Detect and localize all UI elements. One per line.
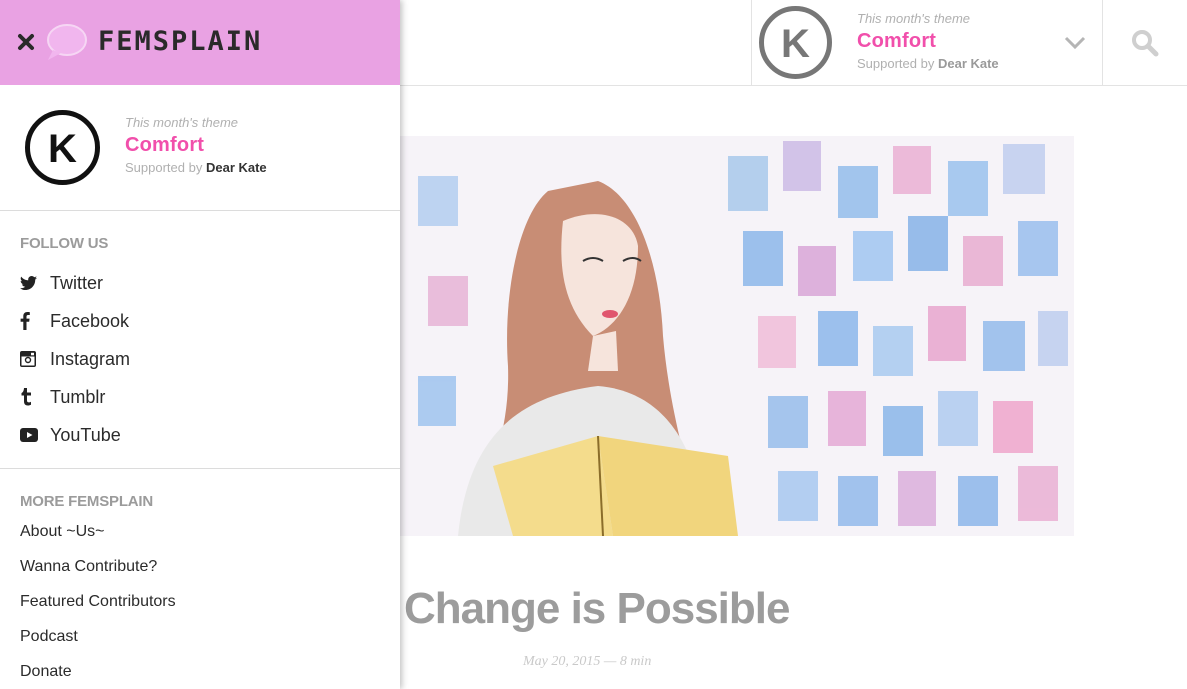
theme-kicker: This month's theme <box>125 115 239 130</box>
social-label: Tumblr <box>50 386 106 407</box>
theme-selector[interactable]: K This month's theme Comfort Supported b… <box>751 0 1103 86</box>
more-section: MORE FEMSPLAIN About ~Us~ Wanna Contribu… <box>0 469 400 689</box>
post-meta: May 20, 2015 — 8 min <box>523 654 652 669</box>
sponsor-prefix: Supported by <box>125 160 203 175</box>
social-item-tumblr[interactable]: Tumblr <box>20 378 400 416</box>
menu-item-about[interactable]: About ~Us~ <box>20 523 400 558</box>
theme-kicker: This month's theme <box>857 11 971 26</box>
social-label: Instagram <box>50 348 131 369</box>
theme-name[interactable]: Comfort <box>125 134 267 157</box>
sponsor-name[interactable]: Dear Kate <box>206 160 267 175</box>
close-icon[interactable] <box>14 30 38 54</box>
social-item-youtube[interactable]: YouTube <box>20 416 400 454</box>
more-list: About ~Us~ Wanna Contribute? Featured Co… <box>20 523 400 689</box>
menu-item-podcast[interactable]: Podcast <box>20 628 400 663</box>
speech-bubble-logo[interactable] <box>44 22 88 62</box>
hero-illustration[interactable] <box>398 136 1074 536</box>
side-drawer: FEMSPLAIN K This month's theme Comfort S… <box>0 0 400 689</box>
youtube-icon <box>20 425 50 445</box>
twitter-icon <box>20 273 50 293</box>
chevron-down-icon[interactable] <box>1063 33 1087 51</box>
sponsor-name[interactable]: Dear Kate <box>938 56 999 71</box>
more-title: MORE FEMSPLAIN <box>20 493 154 510</box>
instagram-icon <box>20 349 50 369</box>
search-icon[interactable] <box>1131 29 1159 57</box>
social-list: Twitter Facebook Instagram Tumblr YouTub… <box>20 264 400 454</box>
theme-sponsor: Supported by Dear Kate <box>125 160 267 175</box>
page: K This month's theme Comfort Supported b… <box>0 0 1187 689</box>
svg-text:K: K <box>48 127 77 171</box>
social-label: Facebook <box>50 310 130 331</box>
post-title[interactable]: Change is Possible <box>404 584 790 634</box>
drawer-header: FEMSPLAIN <box>0 0 400 85</box>
tumblr-icon <box>20 387 50 407</box>
facebook-icon <box>20 311 50 331</box>
follow-title: FOLLOW US <box>20 235 109 252</box>
menu-item-donate[interactable]: Donate <box>20 663 400 689</box>
social-label: YouTube <box>50 424 121 445</box>
sponsor-k-logo: K <box>24 109 101 186</box>
sponsor-k-logo: K <box>758 5 833 80</box>
social-item-instagram[interactable]: Instagram <box>20 340 400 378</box>
menu-item-featured-contributors[interactable]: Featured Contributors <box>20 593 400 628</box>
social-item-twitter[interactable]: Twitter <box>20 264 400 302</box>
social-item-facebook[interactable]: Facebook <box>20 302 400 340</box>
theme-sponsor: Supported by Dear Kate <box>857 56 999 71</box>
theme-name[interactable]: Comfort <box>857 30 999 53</box>
menu-item-contribute[interactable]: Wanna Contribute? <box>20 558 400 593</box>
brand-name[interactable]: FEMSPLAIN <box>98 26 262 57</box>
sponsor-prefix: Supported by <box>857 56 935 71</box>
social-label: Twitter <box>50 272 104 293</box>
svg-text:K: K <box>781 22 810 66</box>
follow-section: FOLLOW US Twitter Facebook Instagram Tum… <box>0 211 400 469</box>
drawer-theme[interactable]: K This month's theme Comfort Supported b… <box>0 85 400 211</box>
